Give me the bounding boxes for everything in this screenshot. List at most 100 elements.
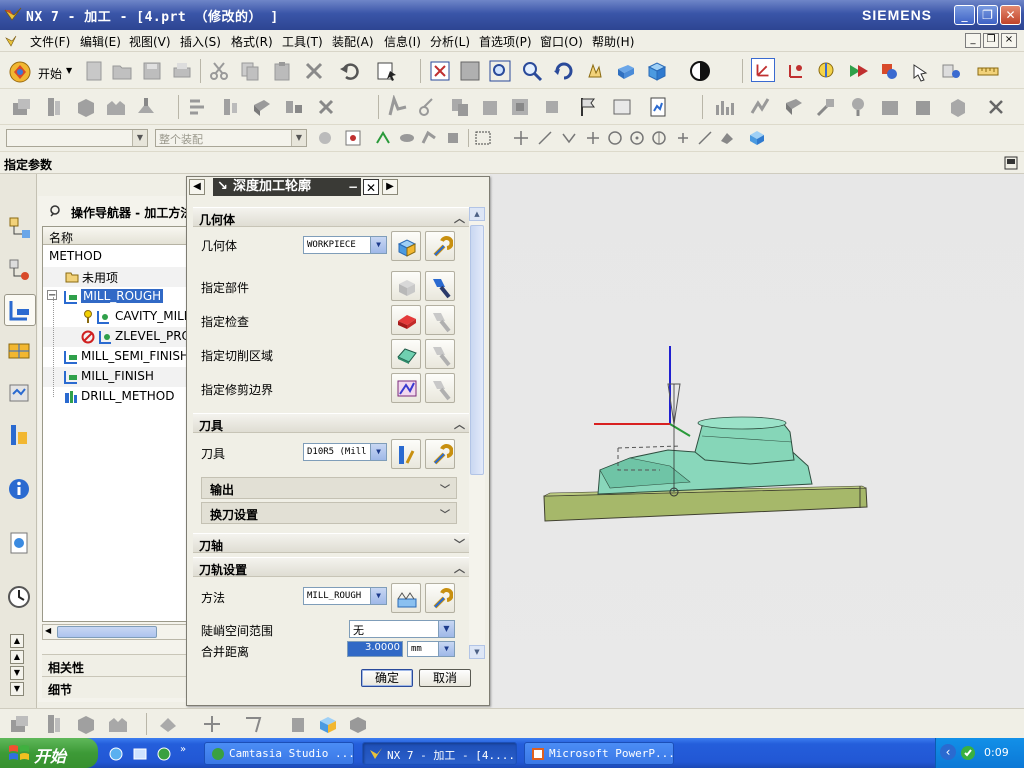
snap-intersection-icon[interactable] [584,129,602,147]
display-check-button[interactable] [425,305,455,335]
verify-icon[interactable] [908,59,932,83]
display-part-button[interactable] [425,271,455,301]
face-rule-icon[interactable] [398,129,416,147]
tool-path-list-icon[interactable] [712,95,736,119]
snap-point-icon[interactable] [344,129,362,147]
snap-curve-icon[interactable] [696,129,714,147]
display-trim-button[interactable] [425,373,455,403]
snap-point-on-icon[interactable] [674,129,692,147]
tree-row-drill-method[interactable]: DRILL_METHOD [43,387,189,407]
fixture-icon[interactable] [286,712,310,736]
name-column-header[interactable]: 名称 [43,227,189,245]
zoom-area-icon[interactable] [488,59,512,83]
stock-icon[interactable] [316,712,340,736]
dialog-back-button[interactable]: ◀ [189,179,205,195]
menu-window[interactable]: 窗口(O) [540,33,583,50]
tree-row-zlevel-profile[interactable]: ZLEVEL_PROFILE [43,327,189,347]
display-cut-area-button[interactable] [425,339,455,369]
undo-icon[interactable] [338,59,362,83]
rectangle-select-icon[interactable] [474,129,492,147]
fit-view-icon[interactable] [428,59,452,83]
simulate-icon[interactable] [814,95,838,119]
scroll-thumb[interactable] [470,225,484,475]
tree-row-mill-rough[interactable]: − MILL_ROUGH [43,287,189,307]
steep-range-select[interactable]: 无 ▼ [349,620,455,638]
cut-icon[interactable] [207,59,231,83]
transform-icon[interactable] [540,95,564,119]
measure-icon[interactable] [976,59,1000,83]
snap-existing-icon[interactable] [650,129,668,147]
background-icon[interactable] [688,59,712,83]
start-menu-button[interactable]: 开始 ▼ [8,60,74,84]
program-view-icon[interactable] [186,95,210,119]
close-button[interactable]: ✕ [1000,5,1021,25]
constraint-navigator-icon[interactable] [6,256,32,282]
reuse-library-icon[interactable] [6,380,32,406]
machining-library-icon[interactable] [6,422,32,448]
group-geometry-header[interactable]: 几何体 ︿ [193,207,471,227]
view-orient-icon[interactable] [645,59,669,83]
graphics-window[interactable] [475,174,1024,710]
ie-quicklaunch-icon[interactable] [108,746,124,762]
mdi-minimize-button[interactable]: _ [965,33,981,48]
zoom-icon[interactable] [520,59,544,83]
create-geometry-icon[interactable] [74,95,98,119]
shop-doc-icon[interactable] [646,95,670,119]
pin-icon[interactable] [48,204,62,218]
mdi-restore-button[interactable]: ❐ [983,33,999,48]
cleanup-icon[interactable] [946,95,970,119]
part-model-view[interactable] [475,174,1024,710]
paste-icon[interactable] [270,59,294,83]
paste-inside-icon[interactable] [508,95,532,119]
tree-row-method-root[interactable]: METHOD [43,247,189,267]
edit-tool-button[interactable] [425,439,455,469]
blank-icon[interactable] [346,712,370,736]
body-rule-icon[interactable] [444,129,462,147]
path-display-icon[interactable] [815,59,839,83]
delete-icon[interactable] [302,59,326,83]
group-path-settings-header[interactable]: 刀轨设置 ︿ [193,557,471,577]
postprocess-icon[interactable] [939,59,963,83]
rotate-icon[interactable] [552,59,576,83]
task-powerpoint[interactable]: Microsoft PowerP... [524,742,674,765]
snap-arc-center-icon[interactable] [606,129,624,147]
unit-convert-icon[interactable] [910,95,934,119]
output-subgroup[interactable]: 输出 ﹀ [201,477,457,499]
quicklaunch-overflow-icon[interactable]: » [180,744,186,755]
add-point-icon[interactable] [200,712,224,736]
machine-tool-navigator-icon[interactable] [6,338,32,364]
dialog-vertical-scrollbar[interactable]: ▲ ▼ [469,207,485,659]
menu-assemblies[interactable]: 装配(A) [332,33,374,50]
menu-format[interactable]: 格式(R) [231,33,273,50]
cue-expand-icon[interactable] [1004,156,1018,170]
menu-tools[interactable]: 工具(T) [282,33,323,50]
pan-icon[interactable] [583,59,607,83]
new-geometry-button[interactable] [391,231,421,261]
feature-rule-icon[interactable] [420,129,438,147]
create-program-icon[interactable] [8,712,32,736]
create-operation-icon[interactable] [134,95,158,119]
paste-object-icon[interactable] [478,95,502,119]
resource-scroll-up-button[interactable]: ▲ [10,634,24,648]
new-tool-button[interactable] [391,439,421,469]
show-desktop-icon[interactable] [132,746,148,762]
workpiece-display-icon[interactable] [748,129,766,147]
new-file-icon[interactable] [82,59,106,83]
snap-mid-icon[interactable] [536,129,554,147]
cut-object-icon[interactable] [416,95,440,119]
history-icon[interactable] [6,584,32,610]
cancel-operation-icon[interactable] [984,95,1008,119]
generate-path-icon[interactable] [846,59,870,83]
curve-tool-icon[interactable] [242,712,266,736]
snap-end-icon[interactable] [512,129,530,147]
create-method-icon[interactable] [104,95,128,119]
menu-view[interactable]: 视图(V) [129,33,171,50]
group-tool-axis-header[interactable]: 刀轴 ﹀ [193,533,471,553]
workpiece-icon[interactable] [610,95,634,119]
create-tool-icon[interactable] [42,95,66,119]
dialog-reset-icon[interactable]: ↘ [217,178,228,196]
section-details[interactable]: 细节 [42,676,188,698]
cancel-button[interactable]: 取消 [419,669,471,687]
navigator-horizontal-scrollbar[interactable]: ◀ [42,624,188,640]
mdi-close-button[interactable]: × [1001,33,1017,48]
